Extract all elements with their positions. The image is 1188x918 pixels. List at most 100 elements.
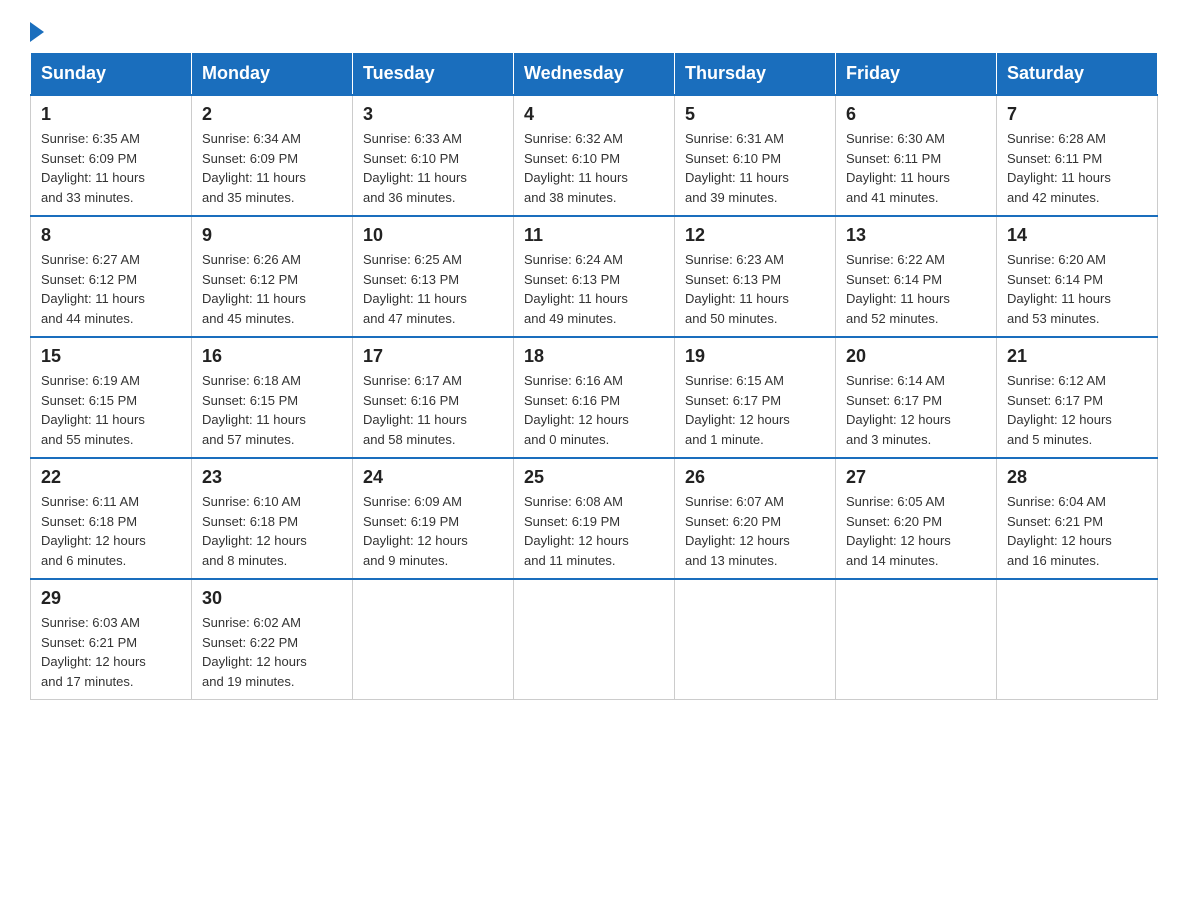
day-number: 9 [202,225,342,246]
day-info: Sunrise: 6:15 AMSunset: 6:17 PMDaylight:… [685,371,825,449]
calendar-cell: 17 Sunrise: 6:17 AMSunset: 6:16 PMDaylig… [353,337,514,458]
day-info: Sunrise: 6:05 AMSunset: 6:20 PMDaylight:… [846,492,986,570]
calendar-header-tuesday: Tuesday [353,53,514,96]
day-info: Sunrise: 6:20 AMSunset: 6:14 PMDaylight:… [1007,250,1147,328]
calendar-cell: 1 Sunrise: 6:35 AMSunset: 6:09 PMDayligh… [31,95,192,216]
day-number: 14 [1007,225,1147,246]
day-info: Sunrise: 6:10 AMSunset: 6:18 PMDaylight:… [202,492,342,570]
day-number: 7 [1007,104,1147,125]
day-info: Sunrise: 6:27 AMSunset: 6:12 PMDaylight:… [41,250,181,328]
calendar-cell: 23 Sunrise: 6:10 AMSunset: 6:18 PMDaylig… [192,458,353,579]
day-number: 21 [1007,346,1147,367]
day-info: Sunrise: 6:18 AMSunset: 6:15 PMDaylight:… [202,371,342,449]
calendar-cell: 22 Sunrise: 6:11 AMSunset: 6:18 PMDaylig… [31,458,192,579]
calendar-cell: 13 Sunrise: 6:22 AMSunset: 6:14 PMDaylig… [836,216,997,337]
day-number: 23 [202,467,342,488]
calendar-cell [836,579,997,700]
day-number: 28 [1007,467,1147,488]
day-number: 4 [524,104,664,125]
day-info: Sunrise: 6:08 AMSunset: 6:19 PMDaylight:… [524,492,664,570]
calendar-week-row: 1 Sunrise: 6:35 AMSunset: 6:09 PMDayligh… [31,95,1158,216]
day-number: 15 [41,346,181,367]
day-info: Sunrise: 6:28 AMSunset: 6:11 PMDaylight:… [1007,129,1147,207]
calendar-cell: 19 Sunrise: 6:15 AMSunset: 6:17 PMDaylig… [675,337,836,458]
calendar-cell: 15 Sunrise: 6:19 AMSunset: 6:15 PMDaylig… [31,337,192,458]
calendar-cell: 28 Sunrise: 6:04 AMSunset: 6:21 PMDaylig… [997,458,1158,579]
calendar-cell: 2 Sunrise: 6:34 AMSunset: 6:09 PMDayligh… [192,95,353,216]
day-number: 20 [846,346,986,367]
day-info: Sunrise: 6:04 AMSunset: 6:21 PMDaylight:… [1007,492,1147,570]
day-info: Sunrise: 6:24 AMSunset: 6:13 PMDaylight:… [524,250,664,328]
day-number: 8 [41,225,181,246]
calendar-header-monday: Monday [192,53,353,96]
calendar-cell: 10 Sunrise: 6:25 AMSunset: 6:13 PMDaylig… [353,216,514,337]
calendar-cell: 20 Sunrise: 6:14 AMSunset: 6:17 PMDaylig… [836,337,997,458]
day-number: 12 [685,225,825,246]
calendar-week-row: 22 Sunrise: 6:11 AMSunset: 6:18 PMDaylig… [31,458,1158,579]
day-info: Sunrise: 6:26 AMSunset: 6:12 PMDaylight:… [202,250,342,328]
calendar-cell: 18 Sunrise: 6:16 AMSunset: 6:16 PMDaylig… [514,337,675,458]
calendar-week-row: 15 Sunrise: 6:19 AMSunset: 6:15 PMDaylig… [31,337,1158,458]
logo [30,20,44,42]
day-number: 17 [363,346,503,367]
day-info: Sunrise: 6:25 AMSunset: 6:13 PMDaylight:… [363,250,503,328]
calendar-header-row: SundayMondayTuesdayWednesdayThursdayFrid… [31,53,1158,96]
day-info: Sunrise: 6:03 AMSunset: 6:21 PMDaylight:… [41,613,181,691]
day-number: 24 [363,467,503,488]
page-header [30,20,1158,42]
calendar-cell: 5 Sunrise: 6:31 AMSunset: 6:10 PMDayligh… [675,95,836,216]
day-info: Sunrise: 6:12 AMSunset: 6:17 PMDaylight:… [1007,371,1147,449]
calendar-cell: 12 Sunrise: 6:23 AMSunset: 6:13 PMDaylig… [675,216,836,337]
calendar-cell [675,579,836,700]
calendar-cell: 4 Sunrise: 6:32 AMSunset: 6:10 PMDayligh… [514,95,675,216]
calendar-cell [353,579,514,700]
day-info: Sunrise: 6:11 AMSunset: 6:18 PMDaylight:… [41,492,181,570]
logo-arrow-icon [30,22,44,42]
day-number: 16 [202,346,342,367]
calendar-cell: 27 Sunrise: 6:05 AMSunset: 6:20 PMDaylig… [836,458,997,579]
calendar-cell: 16 Sunrise: 6:18 AMSunset: 6:15 PMDaylig… [192,337,353,458]
calendar-cell: 8 Sunrise: 6:27 AMSunset: 6:12 PMDayligh… [31,216,192,337]
calendar-cell: 29 Sunrise: 6:03 AMSunset: 6:21 PMDaylig… [31,579,192,700]
calendar-cell: 9 Sunrise: 6:26 AMSunset: 6:12 PMDayligh… [192,216,353,337]
day-info: Sunrise: 6:23 AMSunset: 6:13 PMDaylight:… [685,250,825,328]
day-number: 27 [846,467,986,488]
day-info: Sunrise: 6:32 AMSunset: 6:10 PMDaylight:… [524,129,664,207]
calendar-cell: 21 Sunrise: 6:12 AMSunset: 6:17 PMDaylig… [997,337,1158,458]
day-number: 22 [41,467,181,488]
day-info: Sunrise: 6:14 AMSunset: 6:17 PMDaylight:… [846,371,986,449]
calendar-table: SundayMondayTuesdayWednesdayThursdayFrid… [30,52,1158,700]
calendar-cell: 11 Sunrise: 6:24 AMSunset: 6:13 PMDaylig… [514,216,675,337]
day-number: 1 [41,104,181,125]
calendar-cell [997,579,1158,700]
calendar-cell: 25 Sunrise: 6:08 AMSunset: 6:19 PMDaylig… [514,458,675,579]
day-number: 6 [846,104,986,125]
day-info: Sunrise: 6:33 AMSunset: 6:10 PMDaylight:… [363,129,503,207]
day-number: 5 [685,104,825,125]
day-info: Sunrise: 6:30 AMSunset: 6:11 PMDaylight:… [846,129,986,207]
day-info: Sunrise: 6:16 AMSunset: 6:16 PMDaylight:… [524,371,664,449]
day-info: Sunrise: 6:31 AMSunset: 6:10 PMDaylight:… [685,129,825,207]
day-info: Sunrise: 6:07 AMSunset: 6:20 PMDaylight:… [685,492,825,570]
day-info: Sunrise: 6:02 AMSunset: 6:22 PMDaylight:… [202,613,342,691]
day-number: 30 [202,588,342,609]
calendar-cell: 24 Sunrise: 6:09 AMSunset: 6:19 PMDaylig… [353,458,514,579]
day-info: Sunrise: 6:19 AMSunset: 6:15 PMDaylight:… [41,371,181,449]
calendar-week-row: 29 Sunrise: 6:03 AMSunset: 6:21 PMDaylig… [31,579,1158,700]
day-info: Sunrise: 6:22 AMSunset: 6:14 PMDaylight:… [846,250,986,328]
day-info: Sunrise: 6:34 AMSunset: 6:09 PMDaylight:… [202,129,342,207]
calendar-cell: 30 Sunrise: 6:02 AMSunset: 6:22 PMDaylig… [192,579,353,700]
day-number: 3 [363,104,503,125]
day-number: 26 [685,467,825,488]
calendar-header-wednesday: Wednesday [514,53,675,96]
calendar-header-friday: Friday [836,53,997,96]
calendar-cell [514,579,675,700]
calendar-header-thursday: Thursday [675,53,836,96]
calendar-header-sunday: Sunday [31,53,192,96]
day-number: 10 [363,225,503,246]
day-info: Sunrise: 6:09 AMSunset: 6:19 PMDaylight:… [363,492,503,570]
day-info: Sunrise: 6:17 AMSunset: 6:16 PMDaylight:… [363,371,503,449]
day-info: Sunrise: 6:35 AMSunset: 6:09 PMDaylight:… [41,129,181,207]
day-number: 13 [846,225,986,246]
day-number: 18 [524,346,664,367]
